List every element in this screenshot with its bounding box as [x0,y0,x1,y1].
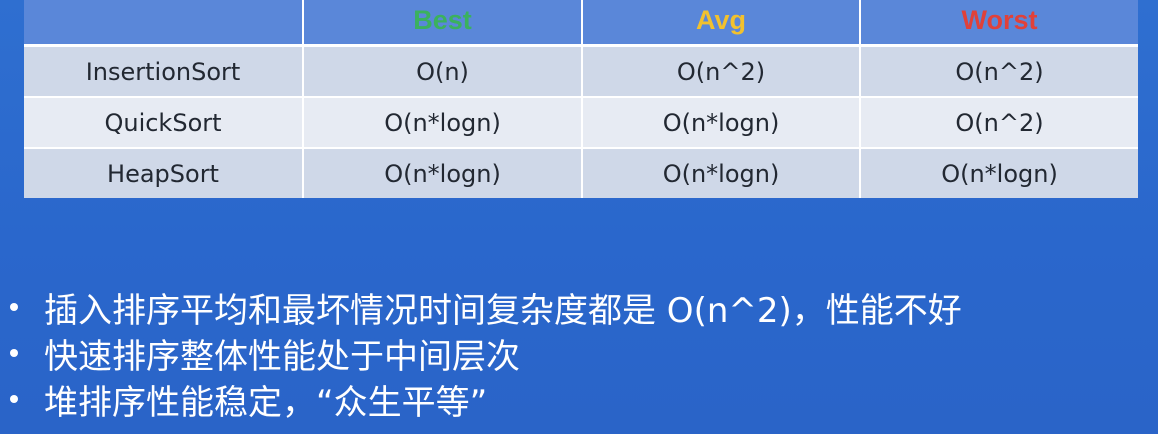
worst-cell: O(n*logn) [859,147,1138,198]
table-row: QuickSort O(n*logn) O(n*logn) O(n^2) [24,96,1138,148]
algorithm-name-cell: HeapSort [24,147,303,198]
header-avg: Avg [581,0,860,47]
bullet-dot-icon [10,303,18,311]
header-worst: Worst [859,0,1138,47]
complexity-table: Best Avg Worst InsertionSort O(n) O(n^2)… [24,0,1138,198]
bullet-text: 快速排序整体性能处于中间层次 [44,336,520,377]
table-row: InsertionSort O(n) O(n^2) O(n^2) [24,44,1138,97]
bullet-dot-icon [10,395,18,403]
algorithm-name-cell: QuickSort [24,96,303,148]
table-row: HeapSort O(n*logn) O(n*logn) O(n*logn) [24,147,1138,198]
best-cell: O(n) [302,44,582,97]
worst-cell: O(n^2) [859,44,1138,97]
header-empty [24,0,303,47]
list-item: 快速排序整体性能处于中间层次 [8,330,962,377]
avg-cell: O(n*logn) [581,147,860,198]
algorithm-name-cell: InsertionSort [24,44,303,97]
bullet-text: 插入排序平均和最坏情况时间复杂度都是 O(n^2)，性能不好 [44,290,962,331]
complexity-table-container: Best Avg Worst InsertionSort O(n) O(n^2)… [24,0,1138,198]
best-cell: O(n*logn) [302,96,582,148]
bullet-dot-icon [10,349,18,357]
worst-cell: O(n^2) [859,96,1138,148]
summary-bullet-list: 插入排序平均和最坏情况时间复杂度都是 O(n^2)，性能不好 快速排序整体性能处… [8,284,962,423]
table-header-row: Best Avg Worst [24,0,1138,47]
list-item: 插入排序平均和最坏情况时间复杂度都是 O(n^2)，性能不好 [8,284,962,331]
avg-cell: O(n*logn) [581,96,860,148]
list-item: 堆排序性能稳定，“众生平等” [8,376,962,423]
best-cell: O(n*logn) [302,147,582,198]
avg-cell: O(n^2) [581,44,860,97]
header-best: Best [302,0,582,47]
bullet-text: 堆排序性能稳定，“众生平等” [44,382,488,423]
